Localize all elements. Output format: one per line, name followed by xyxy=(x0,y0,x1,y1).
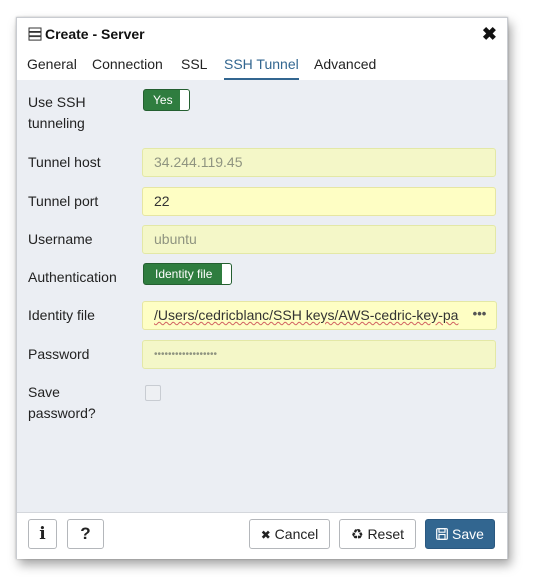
username-label: Username xyxy=(28,231,93,247)
toggle-knob xyxy=(222,264,231,284)
create-server-dialog: Create - Server ✖ General Connection SSL… xyxy=(16,17,508,559)
help-button[interactable]: ? xyxy=(67,519,104,549)
identity-file-label: Identity file xyxy=(28,307,95,323)
dialog-footer: i ? ✖ Cancel ♻ Reset Save xyxy=(17,512,507,559)
save-password-checkbox[interactable] xyxy=(145,385,161,401)
browse-file-button[interactable]: ••• xyxy=(463,301,497,330)
ssh-tunnel-form: Use SSH tunneling Yes Tunnel host 34.244… xyxy=(17,80,507,512)
save-password-label-line1: Save xyxy=(28,384,60,400)
use-ssh-label-line2: tunneling xyxy=(28,115,85,131)
tunnel-host-label: Tunnel host xyxy=(28,154,101,170)
tab-bar: General Connection SSL SSH Tunnel Advanc… xyxy=(17,49,507,81)
cancel-button[interactable]: ✖ Cancel xyxy=(249,519,330,549)
save-password-label-line2: password? xyxy=(28,405,96,421)
tab-general[interactable]: General xyxy=(27,49,77,78)
info-icon: i xyxy=(39,524,46,544)
save-button[interactable]: Save xyxy=(425,519,495,549)
server-icon xyxy=(28,27,42,41)
password-label: Password xyxy=(28,346,90,362)
tunnel-host-input[interactable]: 34.244.119.45 xyxy=(142,148,496,177)
tab-ssl[interactable]: SSL xyxy=(181,49,207,78)
reset-button[interactable]: ♻ Reset xyxy=(339,519,416,549)
authentication-label: Authentication xyxy=(28,269,117,285)
cancel-label: Cancel xyxy=(274,526,319,542)
dialog-title: Create - Server xyxy=(45,26,145,42)
dialog-titlebar: Create - Server ✖ xyxy=(17,18,507,50)
tab-advanced[interactable]: Advanced xyxy=(314,49,376,78)
tunnel-port-input[interactable]: 22 xyxy=(142,187,496,216)
use-ssh-toggle[interactable]: Yes xyxy=(143,89,190,111)
close-icon[interactable]: ✖ xyxy=(482,24,497,45)
cancel-icon: ✖ xyxy=(260,528,271,542)
save-label: Save xyxy=(451,526,484,542)
reset-icon: ♻ xyxy=(350,526,364,542)
username-input[interactable]: ubuntu xyxy=(142,225,496,254)
identity-file-path: /Users/cedricblanc/SSH keys/AWS-cedric-k… xyxy=(154,307,459,323)
help-icon: ? xyxy=(80,524,91,543)
info-button[interactable]: i xyxy=(28,519,57,549)
tunnel-port-label: Tunnel port xyxy=(28,193,99,209)
toggle-knob xyxy=(180,90,189,110)
password-input[interactable]: •••••••••••••••••• xyxy=(142,340,496,369)
tab-connection[interactable]: Connection xyxy=(92,49,163,78)
use-ssh-label-line1: Use SSH xyxy=(28,94,86,110)
use-ssh-toggle-label: Yes xyxy=(153,93,173,107)
tab-ssh-tunnel[interactable]: SSH Tunnel xyxy=(224,49,299,80)
authentication-toggle[interactable]: Identity file xyxy=(143,263,232,285)
reset-label: Reset xyxy=(367,526,405,542)
identity-file-input[interactable]: /Users/cedricblanc/SSH keys/AWS-cedric-k… xyxy=(142,301,464,330)
authentication-toggle-label: Identity file xyxy=(155,267,213,281)
save-icon xyxy=(436,528,448,540)
